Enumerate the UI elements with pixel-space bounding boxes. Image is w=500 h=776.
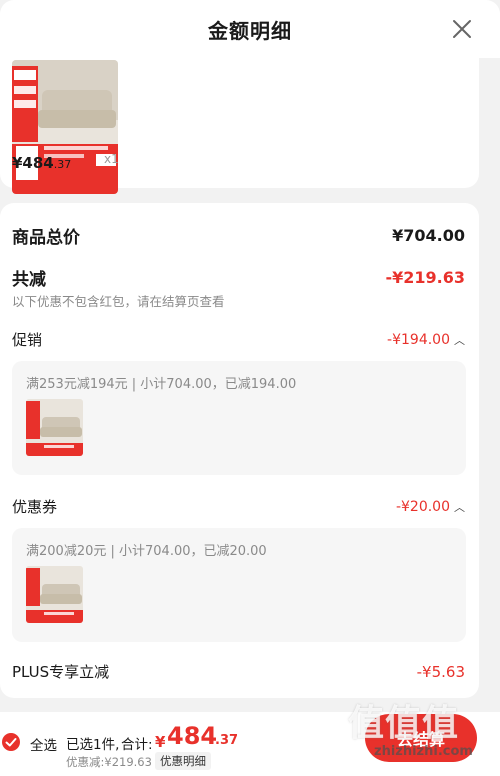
- coupon-product-thumbnail: [26, 566, 83, 623]
- discount-total-row: 共减 -¥219.63: [12, 265, 465, 290]
- select-all-label[interactable]: 全选: [30, 734, 57, 754]
- promo-product-thumbnail: [26, 399, 83, 456]
- selected-count: 已选1件,: [66, 737, 120, 753]
- coupon-detail-box: 满200减20元 | 小计704.00，已减20.00: [12, 528, 466, 642]
- coupon-value: -¥20.00: [395, 498, 450, 515]
- coupon-label: 优惠券: [12, 498, 58, 516]
- amount-detail-sheet: 金额明细 ¥484.37 x1 商品总价 ¥704.00 共减 -¥219.63…: [0, 0, 500, 776]
- goods-total-value: ¥704.00: [392, 226, 465, 245]
- discount-summary: 优惠减:¥219.63: [66, 755, 152, 769]
- coupon-row[interactable]: 优惠券 -¥20.00 ︿: [12, 496, 465, 517]
- product-quantity: x1: [104, 152, 119, 166]
- total-label: 合计:: [121, 737, 153, 753]
- sheet-title: 金额明细: [208, 18, 292, 43]
- product-image[interactable]: [12, 60, 118, 194]
- discount-total-label: 共减: [12, 270, 46, 290]
- plus-value: -¥5.63: [416, 662, 465, 681]
- plus-label: PLUS专享立减: [12, 663, 110, 681]
- goods-total-label: 商品总价: [12, 228, 80, 248]
- coupon-value-wrap: -¥20.00 ︿: [396, 499, 465, 515]
- price-integer: ¥484: [12, 154, 54, 172]
- discount-total-value: -¥219.63: [385, 268, 465, 287]
- discount-detail-button[interactable]: 优惠明细: [155, 752, 211, 770]
- goods-total-row: 商品总价 ¥704.00: [12, 223, 465, 248]
- sheet-header: 金额明细: [0, 0, 500, 58]
- promo-detail-box: 满253元减194元 | 小计704.00，已减194.00: [12, 361, 466, 475]
- price-decimal: .37: [53, 158, 72, 171]
- promo-row[interactable]: 促销 -¥194.00 ︿: [12, 329, 465, 350]
- promo-label: 促销: [12, 331, 43, 349]
- coupon-desc: 满200减20元 | 小计704.00，已减20.00: [26, 544, 267, 559]
- discount-note: 以下优惠不包含红包，请在结算页查看: [12, 294, 225, 309]
- product-price: ¥484.37: [12, 154, 71, 172]
- promo-value-wrap: -¥194.00 ︿: [387, 332, 465, 348]
- plus-discount-row: PLUS专享立减 -¥5.63: [12, 661, 465, 682]
- check-icon[interactable]: [2, 733, 20, 751]
- price-breakdown-card: 商品总价 ¥704.00 共减 -¥219.63 以下优惠不包含红包，请在结算页…: [0, 203, 479, 698]
- close-icon[interactable]: [450, 17, 474, 41]
- total-decimal: .37: [215, 733, 239, 748]
- total-integer: 484: [167, 722, 218, 750]
- chevron-up-icon[interactable]: ︿: [454, 499, 465, 515]
- product-card: [0, 52, 479, 194]
- promo-value: -¥194.00: [387, 331, 450, 348]
- checkout-button[interactable]: 去结算: [365, 714, 477, 762]
- total-currency: ¥: [155, 733, 166, 751]
- chevron-up-icon[interactable]: ︿: [454, 332, 465, 348]
- promo-desc: 满253元减194元 | 小计704.00，已减194.00: [26, 377, 297, 392]
